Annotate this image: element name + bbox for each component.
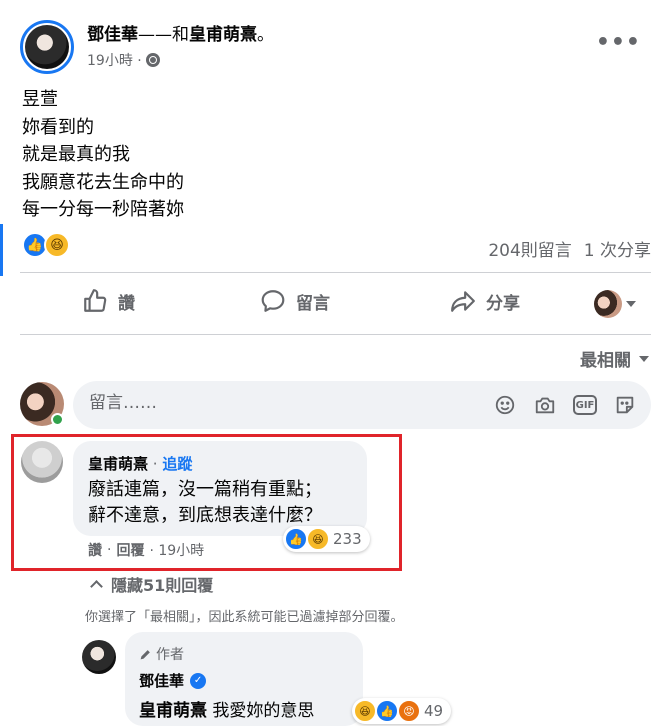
reply-header: 鄧佳華 ✓ — [139, 670, 207, 691]
separator: · — [148, 455, 163, 473]
reply-mention[interactable]: 皇甫萌熹 — [139, 701, 207, 721]
verified-icon: ✓ — [190, 672, 207, 689]
reply-reaction-badge[interactable]: 😆 👍 😡 49 — [352, 698, 452, 724]
post-stats: 204則留言 1 次分享 — [488, 236, 651, 261]
share-label: 分享 — [486, 293, 520, 314]
commenter-avatar[interactable] — [21, 441, 63, 483]
comment-button[interactable]: 留言 — [260, 288, 330, 314]
share-icon — [451, 291, 475, 312]
post-line: 妳看到的 — [22, 116, 94, 138]
post-line: 我願意花去生命中的 — [22, 171, 184, 193]
comment-input[interactable] — [89, 393, 469, 413]
share-as-selector[interactable] — [594, 290, 636, 318]
shares-count[interactable]: 1 次分享 — [584, 236, 651, 261]
post-line: 昱萱 — [22, 89, 58, 110]
comment-line: 辭不達意，到底想表達什麼？ — [88, 505, 322, 526]
comment-bubble: 皇甫萌熹 · 追蹤 廢話連篇，沒一篇稍有重點； 辭不達意，到底想表達什麼？ — [73, 441, 367, 536]
reaction-summary[interactable]: 👍 😆 — [22, 232, 70, 258]
hide-replies-label: 隱藏51則回覆 — [111, 576, 214, 595]
comment-label: 留言 — [296, 293, 330, 314]
comments-count[interactable]: 204則留言 — [488, 236, 571, 261]
like-button[interactable]: 讚 — [82, 288, 135, 314]
sort-label: 最相關 — [580, 351, 631, 371]
emoji-icon[interactable] — [493, 393, 517, 417]
sticker-icon[interactable] — [613, 393, 637, 417]
comment-line: 廢話連篇，沒一篇稍有重點； — [88, 479, 322, 500]
comment-actions: 讚 · 回覆 · 19小時 — [88, 540, 204, 560]
composer-tools: GIF — [493, 393, 637, 417]
comment-sort-dropdown[interactable]: 最相關 — [580, 346, 649, 371]
post-line: 就是最真的我 — [22, 144, 130, 165]
angry-reaction-icon: 😡 — [398, 700, 420, 722]
left-accent-bar — [0, 224, 3, 276]
separator: · — [107, 542, 112, 558]
post-body: 昱萱 妳看到的 就是最真的我 我願意花去生命中的 每一分每一秒陪著妳 — [22, 86, 184, 224]
gif-icon[interactable]: GIF — [573, 393, 597, 417]
tagged-user[interactable]: 皇甫萌熹 — [189, 25, 257, 45]
share-as-avatar — [594, 290, 622, 318]
filter-note: 你選擇了「最相關」，因此系統可能已過濾掉部分回覆。 — [85, 610, 404, 625]
online-status-dot — [51, 413, 64, 426]
like-icon — [84, 289, 107, 312]
comment-reply-button[interactable]: 回覆 — [116, 540, 144, 560]
reply-body: 我愛妳的意思 — [207, 701, 315, 721]
pen-icon — [140, 649, 150, 659]
like-reaction-icon: 👍 — [376, 700, 398, 722]
like-reaction-icon: 👍 — [285, 528, 307, 550]
comment-reaction-badge[interactable]: 👍 😆 233 — [283, 526, 370, 552]
comment-icon — [261, 290, 285, 312]
author-badge: 作者 — [139, 644, 184, 664]
with-separator: ——和 — [138, 25, 189, 45]
comment-header: 皇甫萌熹 · 追蹤 — [88, 453, 192, 474]
reply-reaction-count: 49 — [424, 702, 444, 720]
haha-reaction-icon: 😆 — [307, 528, 329, 550]
post-time[interactable]: 19小時 · — [87, 50, 142, 70]
post-line: 每一分每一秒陪著妳 — [22, 199, 184, 220]
globe-icon — [145, 53, 160, 67]
like-label: 讚 — [118, 293, 135, 314]
chevron-up-icon — [90, 580, 103, 593]
divider — [20, 272, 651, 273]
post-meta: 19小時 · — [87, 50, 160, 70]
share-button[interactable]: 分享 — [450, 288, 520, 314]
post-author-name[interactable]: 鄧佳華 — [87, 25, 138, 45]
haha-reaction-icon: 😆 — [44, 232, 70, 258]
follow-button[interactable]: 追蹤 — [162, 455, 192, 473]
reply-author-name[interactable]: 鄧佳華 — [139, 670, 184, 691]
divider — [20, 334, 651, 335]
chevron-down-icon — [639, 355, 649, 362]
comment-composer[interactable]: GIF — [73, 381, 651, 429]
more-icon[interactable]: ••• — [596, 30, 641, 55]
post-author-line: 鄧佳華——和皇甫萌熹。 — [87, 20, 274, 45]
author-badge-label: 作者 — [156, 647, 184, 663]
commenter-name[interactable]: 皇甫萌熹 — [88, 455, 148, 473]
comment-reaction-count: 233 — [333, 530, 362, 548]
camera-icon[interactable] — [533, 393, 557, 417]
post-author-avatar[interactable] — [20, 20, 74, 74]
reply-bubble: 作者 鄧佳華 ✓ 皇甫萌熹 我愛妳的意思 — [125, 632, 363, 726]
comment-text: 廢話連篇，沒一篇稍有重點； 辭不達意，到底想表達什麼？ — [88, 477, 322, 529]
haha-reaction-icon: 😆 — [354, 700, 376, 722]
reply-text: 皇甫萌熹 我愛妳的意思 — [139, 696, 314, 721]
end-mark: 。 — [257, 25, 274, 45]
chevron-down-icon — [626, 301, 636, 307]
hide-replies-button[interactable]: 隱藏51則回覆 — [90, 572, 214, 596]
reply-author-avatar[interactable] — [82, 640, 116, 674]
comment-time[interactable]: · 19小時 — [149, 540, 204, 560]
comment-like-button[interactable]: 讚 — [88, 540, 102, 560]
